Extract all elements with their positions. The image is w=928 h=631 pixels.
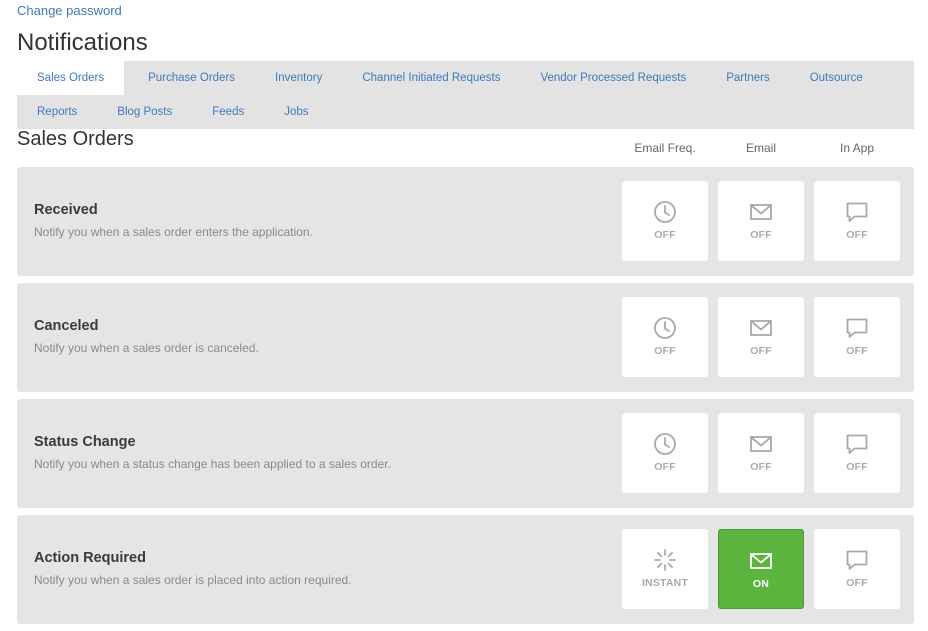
toggle-state-label: OFF (846, 229, 868, 241)
toggle-state-label: OFF (654, 461, 676, 473)
column-header-email-freq: Email Freq. (634, 141, 696, 155)
notification-description: Notify you when a status change has been… (34, 457, 391, 471)
column-header-in-app: In App (839, 141, 875, 155)
envelope-icon (749, 432, 773, 456)
notification-tabs: Sales Orders Purchase Orders Inventory C… (17, 61, 914, 129)
section-title: Sales Orders (17, 128, 134, 150)
tab-blog-posts[interactable]: Blog Posts (97, 95, 192, 129)
tab-purchase-orders[interactable]: Purchase Orders (124, 61, 255, 95)
email-frequency-toggle[interactable]: OFF (622, 181, 708, 261)
notification-title: Received (34, 202, 98, 218)
tab-channel-initiated-requests[interactable]: Channel Initiated Requests (342, 61, 520, 95)
clock-icon (653, 432, 677, 456)
notification-card: Received Notify you when a sales order en… (17, 167, 914, 276)
clock-icon (653, 200, 677, 224)
notification-description: Notify you when a sales order is cancele… (34, 341, 259, 355)
toggle-state-label: OFF (750, 345, 772, 357)
tab-row-2: Reports Blog Posts Feeds Jobs (17, 95, 914, 129)
toggle-state-label: OFF (846, 577, 868, 589)
column-header-email: Email (745, 141, 776, 155)
clock-icon (653, 316, 677, 340)
page-title: Notifications (17, 29, 148, 56)
tab-outsource[interactable]: Outsource (790, 61, 883, 95)
email-toggle[interactable]: OFF (718, 181, 804, 261)
email-toggle[interactable]: OFF (718, 413, 804, 493)
chat-bubble-icon (845, 548, 869, 572)
toggle-state-label: INSTANT (641, 577, 689, 589)
in-app-toggle[interactable]: OFF (814, 181, 900, 261)
email-frequency-toggle[interactable]: OFF (622, 413, 708, 493)
notification-title: Canceled (34, 318, 99, 334)
tab-feeds[interactable]: Feeds (192, 95, 264, 129)
toggle-state-label: ON (752, 578, 770, 590)
tab-partners[interactable]: Partners (706, 61, 789, 95)
notification-card: Canceled Notify you when a sales order is… (17, 283, 914, 392)
toggle-state-label: OFF (750, 461, 772, 473)
toggle-state-label: OFF (654, 345, 676, 357)
toggle-state-label: OFF (846, 345, 868, 357)
email-toggle[interactable]: OFF (718, 297, 804, 377)
email-frequency-toggle[interactable]: INSTANT (622, 529, 708, 609)
notification-card: Status Change Notify you when a status ch… (17, 399, 914, 508)
envelope-icon (749, 549, 773, 573)
in-app-toggle[interactable]: OFF (814, 529, 900, 609)
tab-vendor-processed-requests[interactable]: Vendor Processed Requests (520, 61, 706, 95)
notification-title: Action Required (34, 550, 146, 566)
email-toggle[interactable]: ON (718, 529, 804, 609)
tab-jobs[interactable]: Jobs (264, 95, 328, 129)
tab-row-1: Sales Orders Purchase Orders Inventory C… (17, 61, 914, 95)
notification-description: Notify you when a sales order is placed … (34, 573, 352, 587)
toggle-state-label: OFF (750, 229, 772, 241)
chat-bubble-icon (845, 200, 869, 224)
toggle-state-label: OFF (846, 461, 868, 473)
notification-description: Notify you when a sales order enters the… (34, 225, 313, 239)
email-frequency-toggle[interactable]: OFF (622, 297, 708, 377)
spinner-icon (653, 548, 677, 572)
toggle-state-label: OFF (654, 229, 676, 241)
tab-reports[interactable]: Reports (17, 95, 97, 129)
change-password-link[interactable]: Change password (17, 3, 122, 18)
envelope-icon (749, 200, 773, 224)
notification-card: Action Required Notify you when a sales o… (17, 515, 914, 624)
in-app-toggle[interactable]: OFF (814, 297, 900, 377)
chat-bubble-icon (845, 432, 869, 456)
notification-title: Status Change (34, 434, 136, 450)
tab-sales-orders[interactable]: Sales Orders (17, 61, 125, 95)
in-app-toggle[interactable]: OFF (814, 413, 900, 493)
tab-inventory[interactable]: Inventory (255, 61, 342, 95)
envelope-icon (749, 316, 773, 340)
chat-bubble-icon (845, 316, 869, 340)
